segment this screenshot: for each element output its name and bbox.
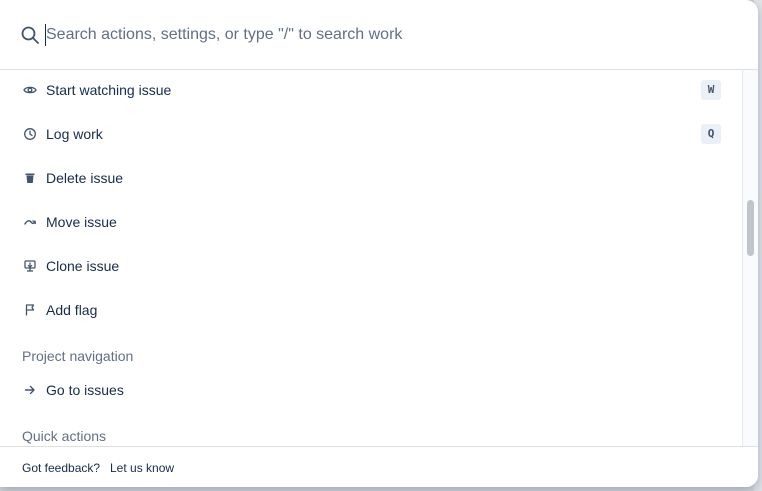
feedback-link[interactable]: Let us know bbox=[110, 461, 174, 475]
item-label: Delete issue bbox=[46, 170, 124, 186]
text-caret bbox=[45, 24, 46, 46]
search-icon bbox=[21, 26, 39, 44]
item-clone-issue[interactable]: Clone issue bbox=[0, 246, 742, 286]
move-icon bbox=[22, 214, 38, 230]
item-log-work[interactable]: Log work Q bbox=[0, 114, 742, 154]
section-heading-quick-actions: Quick actions bbox=[22, 428, 107, 444]
item-add-flag[interactable]: Add flag bbox=[0, 290, 742, 330]
item-label: Start watching issue bbox=[46, 82, 172, 98]
search-input[interactable] bbox=[44, 22, 726, 48]
feedback-question: Got feedback? bbox=[22, 461, 101, 475]
item-label: Log work bbox=[46, 126, 103, 142]
search-bar bbox=[0, 0, 758, 70]
command-palette: Start watching issue W Log work Q De bbox=[0, 0, 758, 487]
item-label: Clone issue bbox=[46, 258, 120, 274]
item-label: Go to issues bbox=[46, 382, 124, 398]
shortcut-key: W bbox=[701, 80, 721, 100]
eye-icon bbox=[22, 82, 38, 98]
feedback-footer: Got feedback? Let us know bbox=[0, 446, 758, 487]
results-list: Start watching issue W Log work Q Delete… bbox=[0, 70, 742, 446]
section-heading-project-navigation: Project navigation bbox=[22, 348, 134, 364]
scrollbar-thumb[interactable] bbox=[747, 200, 754, 256]
shortcut-key: Q bbox=[701, 124, 721, 144]
item-start-watching-issue[interactable]: Start watching issue W bbox=[0, 70, 742, 110]
trash-icon bbox=[22, 170, 38, 186]
item-label: Add flag bbox=[46, 302, 98, 318]
clone-icon bbox=[22, 258, 38, 274]
flag-icon bbox=[22, 302, 38, 318]
scrollbar[interactable] bbox=[742, 70, 758, 446]
item-go-to-issues[interactable]: Go to issues bbox=[0, 370, 742, 410]
item-delete-issue[interactable]: Delete issue bbox=[0, 158, 742, 198]
clock-icon bbox=[22, 126, 38, 142]
arrow-right-icon bbox=[22, 382, 38, 398]
item-move-issue[interactable]: Move issue bbox=[0, 202, 742, 242]
item-label: Move issue bbox=[46, 214, 117, 230]
